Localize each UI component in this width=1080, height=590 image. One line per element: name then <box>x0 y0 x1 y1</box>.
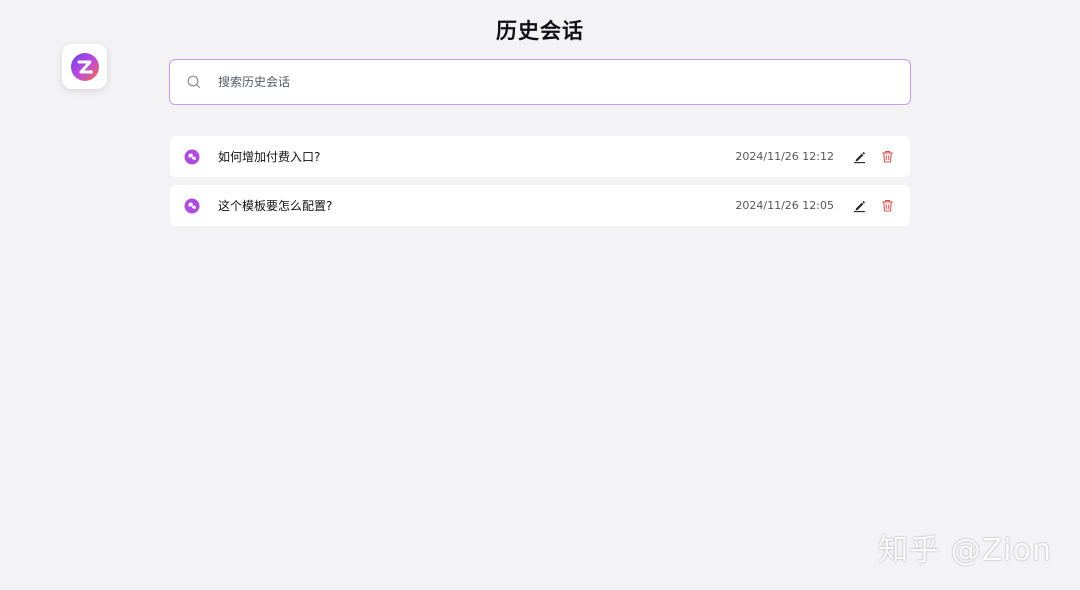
conversation-title: 如何增加付费入口? <box>218 150 321 164</box>
app-logo[interactable] <box>62 44 107 89</box>
conversation-title: 这个模板要怎么配置? <box>218 199 333 213</box>
watermark: 知乎 @Zion <box>878 533 1052 568</box>
conversation-time: 2024/11/26 12:05 <box>735 199 834 212</box>
pencil-icon <box>853 201 865 213</box>
edit-button[interactable] <box>850 197 868 215</box>
conversation-list: 如何增加付费入口? 2024/11/26 12:12 这个模板要怎么配置? 20… <box>170 136 910 234</box>
search-input[interactable] <box>218 75 878 89</box>
trash-icon <box>881 200 893 212</box>
delete-button[interactable] <box>878 148 896 166</box>
edit-button[interactable] <box>850 148 868 166</box>
trash-icon <box>881 151 893 163</box>
delete-button[interactable] <box>878 197 896 215</box>
conversation-time: 2024/11/26 12:12 <box>735 150 834 163</box>
conversation-item[interactable]: 如何增加付费入口? 2024/11/26 12:12 <box>170 136 910 177</box>
chat-bubble-icon <box>184 149 200 165</box>
search-icon <box>186 74 202 90</box>
pencil-icon <box>853 152 865 164</box>
chat-bubble-icon <box>184 198 200 214</box>
page-title: 历史会话 <box>496 19 584 43</box>
search-bar[interactable] <box>169 59 911 105</box>
history-page: 历史会话 如何增加付费入口? 2024/11/26 12:12 <box>0 0 1080 590</box>
conversation-item[interactable]: 这个模板要怎么配置? 2024/11/26 12:05 <box>170 185 910 226</box>
zion-logo-icon <box>70 52 99 81</box>
